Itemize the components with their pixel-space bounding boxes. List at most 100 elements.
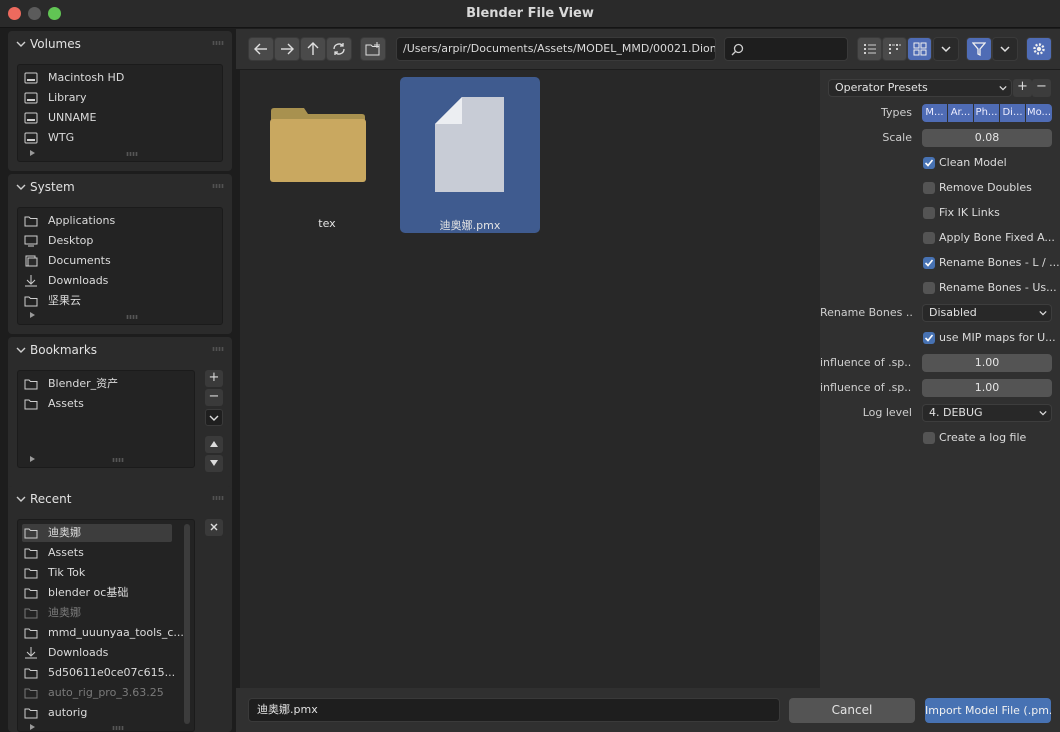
disk-icon	[24, 112, 38, 124]
resize-grip-icon[interactable]	[126, 152, 138, 156]
add-preset-button[interactable]: +	[1013, 79, 1032, 97]
rename-bones-use-checkbox[interactable]	[923, 282, 935, 294]
apply-bone-fixed-axis-checkbox[interactable]	[923, 232, 935, 244]
recent-panel-title: Recent	[30, 492, 72, 506]
use-mip-maps-checkbox[interactable]	[923, 332, 935, 344]
new-folder-button[interactable]	[360, 37, 386, 61]
clear-recent-button[interactable]	[205, 519, 223, 536]
chevron-down-icon	[999, 85, 1007, 91]
chevron-down-icon	[1000, 46, 1010, 53]
type-toggle-physics[interactable]: Ph...	[974, 104, 999, 122]
triangle-up-icon	[210, 441, 218, 447]
add-bookmark-button[interactable]: +	[205, 370, 223, 387]
disk-icon	[24, 132, 38, 144]
expand-triangle-icon[interactable]	[30, 312, 35, 318]
volumes-panel-header[interactable]: Volumes	[8, 31, 232, 57]
recent-panel: Recent 迪奥娜 Assets Tik Tok blender oc基础 迪…	[8, 486, 232, 732]
documents-icon	[25, 255, 38, 267]
clean-model-label: Clean Model	[939, 156, 1007, 169]
fix-ik-links-checkbox[interactable]	[923, 207, 935, 219]
operator-presets-dropdown[interactable]: Operator Presets	[828, 79, 1012, 97]
rename-bones-lr-checkbox[interactable]	[923, 257, 935, 269]
scale-label: Scale	[882, 131, 912, 144]
sidebar: Volumes Macintosh HD Library UNNAME WTG	[0, 29, 236, 732]
gear-icon	[1033, 43, 1045, 55]
folder-icon	[24, 548, 38, 559]
influence-sphere-field[interactable]: 1.00	[922, 354, 1052, 372]
refresh-button[interactable]	[326, 37, 352, 61]
chevron-down-icon	[16, 496, 26, 502]
toolbar: /Users/arpir/Documents/Assets/MODEL_MMD/…	[236, 29, 1060, 69]
expand-triangle-icon[interactable]	[30, 150, 35, 156]
chevron-down-icon	[941, 46, 951, 53]
directory-path-input[interactable]: /Users/arpir/Documents/Assets/MODEL_MMD/…	[396, 37, 716, 61]
resize-grip-icon[interactable]	[112, 726, 124, 730]
folder-icon	[24, 668, 38, 679]
display-options-dropdown[interactable]	[933, 37, 959, 61]
drag-grip-icon[interactable]	[212, 496, 224, 500]
parent-directory-button[interactable]	[300, 37, 326, 61]
resize-grip-icon[interactable]	[126, 315, 138, 319]
remove-bookmark-button[interactable]: −	[205, 389, 223, 406]
type-toggle-mesh[interactable]: M...	[922, 104, 947, 122]
drag-grip-icon[interactable]	[212, 41, 224, 45]
display-vertical-list-button[interactable]	[857, 37, 882, 61]
folder-icon	[24, 399, 38, 410]
bookmark-menu-button[interactable]	[205, 409, 223, 426]
influence-spa-field[interactable]: 1.00	[922, 379, 1052, 397]
filename-input[interactable]: 迪奥娜.pmx	[248, 698, 780, 722]
columns-view-icon	[888, 44, 901, 54]
log-level-label: Log level	[862, 406, 912, 419]
scale-field[interactable]: 0.08	[922, 129, 1052, 147]
expand-triangle-icon[interactable]	[30, 724, 35, 730]
forward-button[interactable]	[274, 37, 300, 61]
filter-toggle-button[interactable]	[966, 37, 992, 61]
resize-grip-icon[interactable]	[112, 458, 124, 462]
arrow-right-icon	[281, 43, 294, 55]
grid-view-icon	[913, 42, 926, 56]
cancel-button[interactable]: Cancel	[789, 698, 915, 723]
checkmark-icon	[924, 259, 934, 267]
volumes-panel-title: Volumes	[30, 37, 81, 51]
back-button[interactable]	[248, 37, 274, 61]
drag-grip-icon[interactable]	[212, 347, 224, 351]
system-list: Applications Desktop Documents Downloads…	[17, 207, 223, 325]
remove-preset-button[interactable]: −	[1032, 79, 1051, 97]
import-button[interactable]: Import Model File (.pm...	[925, 698, 1051, 723]
type-toggle-armature[interactable]: Ar...	[948, 104, 973, 122]
type-toggle-morph[interactable]: Mo...	[1026, 104, 1052, 122]
remove-doubles-checkbox[interactable]	[923, 182, 935, 194]
file-tile-selected[interactable]: 迪奥娜.pmx	[400, 77, 540, 233]
log-level-dropdown[interactable]: 4. DEBUG	[922, 404, 1052, 422]
recent-panel-header[interactable]: Recent	[8, 486, 232, 512]
list-item[interactable]: 迪奥娜	[22, 524, 172, 542]
recent-scrollbar[interactable]	[184, 524, 190, 724]
chevron-down-icon	[1039, 310, 1047, 316]
recent-list: 迪奥娜 Assets Tik Tok blender oc基础 迪奥娜 mmd_…	[17, 519, 195, 732]
expand-triangle-icon[interactable]	[30, 456, 35, 462]
create-log-file-checkbox[interactable]	[923, 432, 935, 444]
volumes-panel: Volumes Macintosh HD Library UNNAME WTG	[8, 31, 232, 171]
chevron-down-icon	[209, 415, 219, 421]
rename-bones-dropdown[interactable]: Disabled	[922, 304, 1052, 322]
bookmarks-panel-header[interactable]: Bookmarks	[8, 337, 232, 363]
type-toggle-display[interactable]: Di...	[1000, 104, 1025, 122]
chevron-down-icon	[1039, 410, 1047, 416]
search-input[interactable]	[724, 37, 848, 61]
move-up-button[interactable]	[205, 436, 223, 453]
move-down-button[interactable]	[205, 455, 223, 472]
influence-spa-label: influence of .sp...	[820, 381, 912, 394]
filter-options-dropdown[interactable]	[992, 37, 1018, 61]
display-thumbnails-button[interactable]	[907, 37, 932, 61]
settings-toggle-button[interactable]	[1026, 37, 1052, 61]
display-horizontal-list-button[interactable]	[882, 37, 907, 61]
system-panel-header[interactable]: System	[8, 174, 232, 200]
create-log-file-label: Create a log file	[939, 431, 1027, 444]
types-label: Types	[881, 106, 912, 119]
file-tile-folder[interactable]: tex	[257, 77, 397, 233]
drag-grip-icon[interactable]	[212, 184, 224, 188]
folder-icon	[24, 379, 38, 390]
clean-model-checkbox[interactable]	[923, 157, 935, 169]
folder-icon	[24, 628, 38, 639]
checkmark-icon	[924, 159, 934, 167]
